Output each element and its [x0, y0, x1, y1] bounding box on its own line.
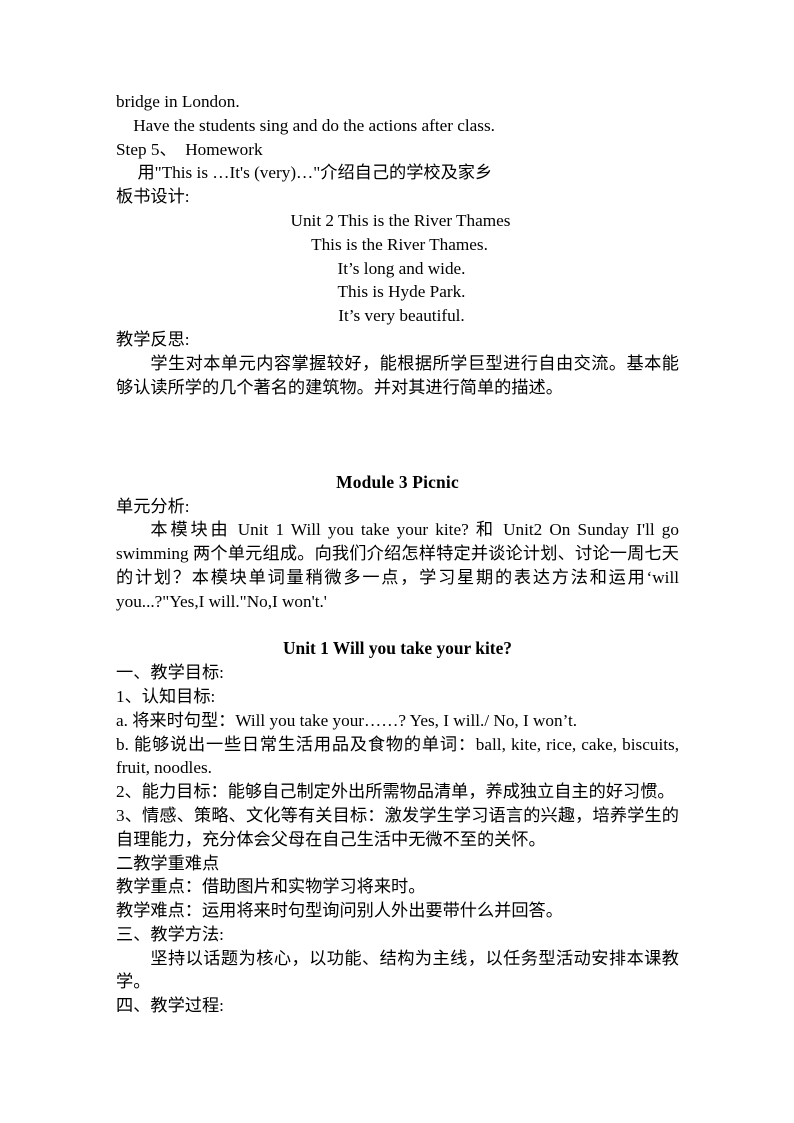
- board-design-line-4: It’s very beautiful.: [338, 306, 465, 326]
- teaching-reflection-body: 学生对本单元内容掌握较好，能根据所学巨型进行自由交流。基本能够认读所学的几个著名…: [116, 353, 679, 397]
- document-content: bridge in London. Have the students sing…: [116, 90, 679, 1018]
- board-design-line-3: This is Hyde Park.: [337, 282, 466, 302]
- unit-analysis-body: 本模块由 Unit 1 Will you take your kite? 和 U…: [116, 520, 679, 611]
- label-key-and-difficult-points: 二教学重难点: [116, 853, 220, 873]
- line-have-students-sing: Have the students sing and do the action…: [116, 115, 495, 135]
- objective-item-b: b. 能够说出一些日常生活用品及食物的单词：ball, kite, rice, …: [116, 734, 679, 778]
- label-teaching-reflection: 教学反思:: [116, 329, 190, 349]
- line-homework-task: 用"This is …It's (very)…"介绍自己的学校及家乡: [116, 163, 493, 183]
- label-teaching-methods: 三、教学方法:: [116, 924, 224, 944]
- line-bridge-in-london: bridge in London.: [116, 92, 240, 111]
- board-design-title: Unit 2 This is the River Thames: [290, 210, 511, 230]
- teaching-methods-body: 坚持以话题为核心，以功能、结构为主线，以任务型活动安排本课教学。: [116, 948, 679, 992]
- label-unit-analysis: 单元分析:: [116, 496, 190, 516]
- text-key-point: 教学重点：借助图片和实物学习将来时。: [116, 877, 426, 897]
- spacer-line-1: [116, 399, 679, 423]
- objective-item-a: a. 将来时句型：Will you take your……? Yes, I wi…: [116, 710, 578, 730]
- document-page: bridge in London. Have the students sing…: [0, 0, 794, 1123]
- label-cognitive-objectives: 1、认知目标:: [116, 686, 216, 706]
- objective-item-3: 3、情感、策略、文化等有关目标：激发学生学习语言的兴趣，培养学生的自理能力，充分…: [116, 805, 679, 849]
- label-teaching-objectives: 一、教学目标:: [116, 663, 224, 683]
- objective-item-2: 2、能力目标：能够自己制定外出所需物品清单，养成独立自主的好习惯。: [116, 782, 675, 802]
- text-difficult-point: 教学难点：运用将来时句型询问别人外出要带什么并回答。: [116, 901, 563, 921]
- board-design-line-2: It’s long and wide.: [337, 258, 466, 278]
- line-step-5-homework: Step 5、 Homework: [116, 139, 263, 159]
- spacer-line-2: [116, 423, 679, 447]
- board-design-line-1: This is the River Thames.: [311, 234, 488, 254]
- label-board-design: 板书设计:: [116, 187, 190, 207]
- spacer-line-3: [116, 447, 679, 471]
- spacer-line-4: [116, 614, 679, 638]
- module-heading: Module 3 Picnic: [336, 471, 459, 492]
- label-teaching-process: 四、教学过程:: [116, 996, 224, 1016]
- unit-heading: Unit 1 Will you take your kite?: [282, 638, 512, 659]
